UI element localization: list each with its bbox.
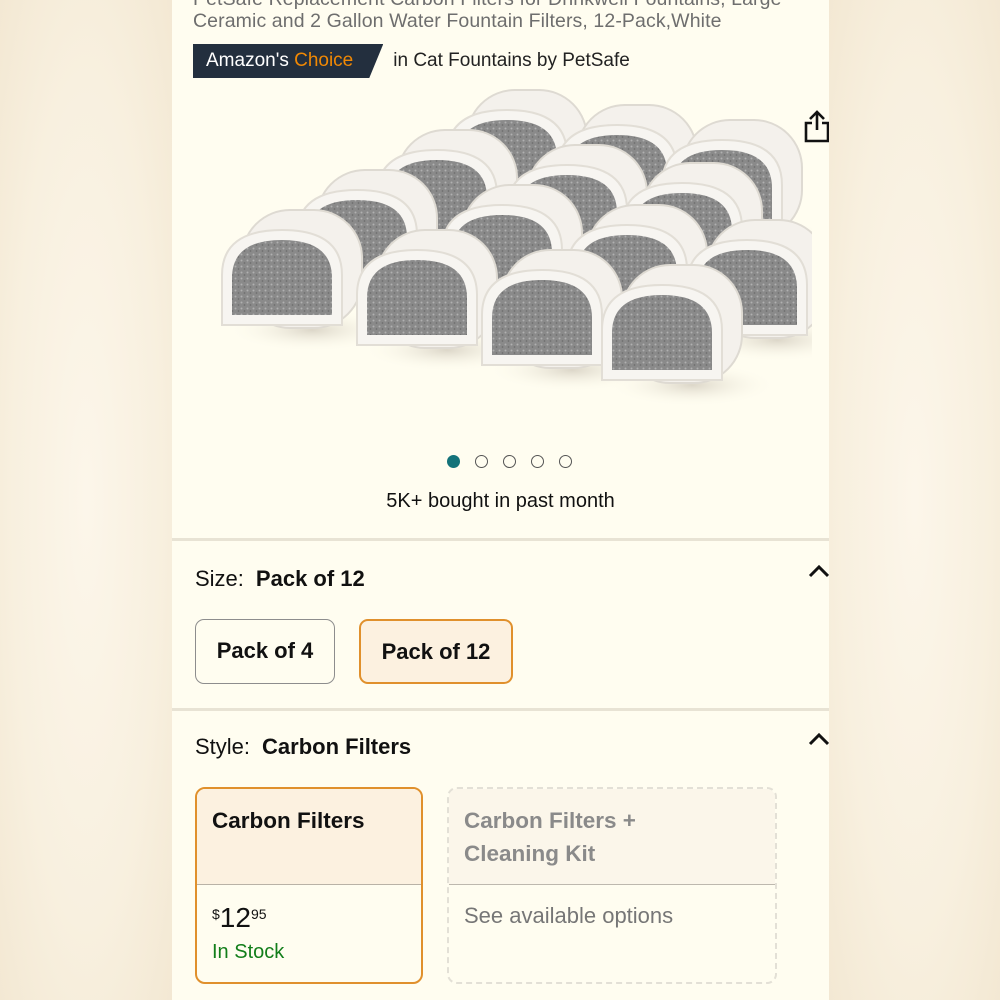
size-selected: Pack of 12 bbox=[255, 566, 365, 591]
style-option-carbon-filters-cleaning-kit[interactable]: Carbon Filters + Cleaning Kit See availa… bbox=[447, 787, 777, 984]
price-symbol: $ bbox=[212, 906, 220, 922]
size-option-pack-of-12[interactable]: Pack of 12 bbox=[359, 619, 513, 684]
left-backdrop bbox=[0, 0, 172, 1000]
style-label: Style: bbox=[195, 734, 251, 759]
size-label: Size: bbox=[195, 566, 244, 591]
product-title[interactable]: PetSafe Replacement Carbon Filters for D… bbox=[193, 0, 813, 34]
style-selected: Carbon Filters bbox=[262, 734, 412, 759]
price-whole: 12 bbox=[219, 902, 251, 933]
image-carousel-dots bbox=[447, 455, 572, 468]
bought-count: 5K+ bought in past month bbox=[386, 490, 615, 512]
style-option-name: Carbon Filters + Cleaning Kit bbox=[449, 789, 775, 885]
share-icon[interactable] bbox=[802, 108, 829, 146]
carousel-dot[interactable] bbox=[447, 455, 460, 468]
style-option-name-line-2: Cleaning Kit bbox=[464, 841, 596, 866]
divider bbox=[172, 708, 829, 711]
carousel-dot[interactable] bbox=[531, 455, 544, 468]
style-option-name-line-1: Carbon Filters + bbox=[464, 808, 636, 833]
product-page: PetSafe Replacement Carbon Filters for D… bbox=[172, 0, 829, 1000]
availability-status: In Stock bbox=[212, 941, 285, 963]
style-option-name: Carbon Filters bbox=[197, 789, 421, 885]
carousel-dot[interactable] bbox=[559, 455, 572, 468]
right-backdrop bbox=[829, 0, 1000, 1000]
price: $1295 bbox=[212, 902, 267, 934]
divider bbox=[172, 538, 829, 541]
see-available-options[interactable]: See available options bbox=[464, 903, 673, 929]
product-title-line-1: PetSafe Replacement Carbon Filters for D… bbox=[193, 0, 782, 12]
size-option-pack-of-4[interactable]: Pack of 4 bbox=[195, 619, 335, 684]
size-heading: Size: Pack of 12 bbox=[195, 566, 365, 592]
chevron-up-icon[interactable] bbox=[807, 562, 829, 580]
carousel-dot[interactable] bbox=[475, 455, 488, 468]
amazons-choice-badge[interactable]: Amazon's Choice bbox=[193, 44, 383, 78]
style-option-carbon-filters[interactable]: Carbon Filters $1295 In Stock bbox=[195, 787, 423, 984]
price-fraction: 95 bbox=[250, 906, 267, 922]
badge-context: in Cat Fountains by PetSafe bbox=[393, 50, 630, 71]
chevron-up-icon[interactable] bbox=[807, 730, 829, 748]
product-image[interactable] bbox=[192, 85, 812, 440]
carousel-dot[interactable] bbox=[503, 455, 516, 468]
style-heading: Style: Carbon Filters bbox=[195, 734, 411, 760]
badge-label-main: Amazon's bbox=[206, 50, 289, 71]
badge-label-accent: Choice bbox=[294, 50, 354, 71]
filter-cartridges bbox=[221, 89, 812, 407]
amazons-choice-row: Amazon's Choice in Cat Fountains by PetS… bbox=[193, 44, 630, 78]
